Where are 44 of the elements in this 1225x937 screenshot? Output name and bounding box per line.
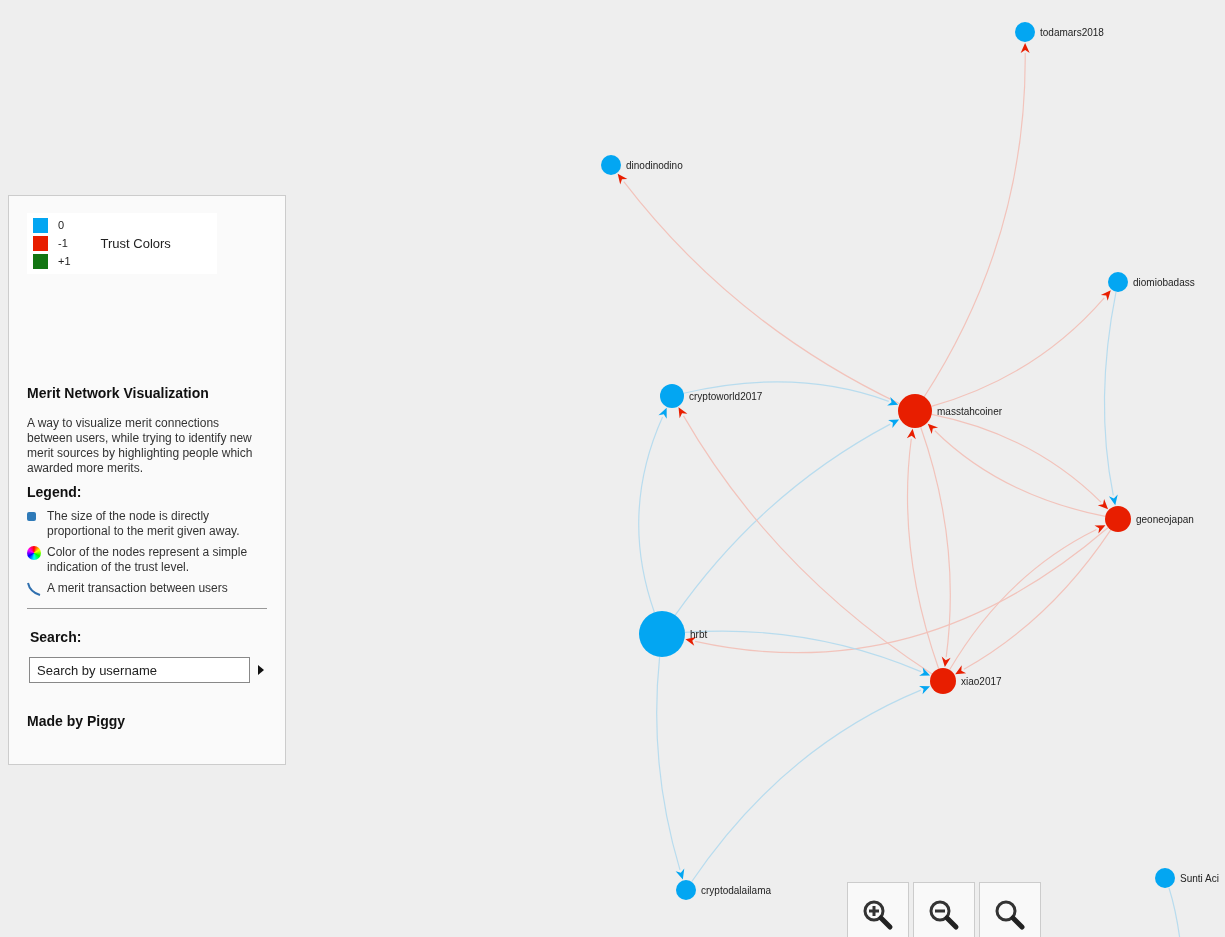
node-label: todamars2018 — [1040, 26, 1104, 38]
swatch-label: 0 — [58, 218, 65, 234]
swatch-label: -1 — [58, 236, 68, 252]
legend-heading: Legend: — [27, 483, 83, 502]
node-label: xiao2017 — [961, 675, 1002, 687]
color-wheel-icon — [27, 546, 41, 560]
node-size-icon — [27, 512, 36, 521]
play-icon[interactable] — [258, 665, 264, 675]
legend-text: Color of the nodes represent a simple indication of the trust level. — [47, 545, 249, 575]
node-label: dinodinodino — [626, 159, 683, 171]
legend-text: A merit transaction between users — [47, 581, 228, 596]
merit-edge — [1168, 887, 1181, 937]
graph-node[interactable] — [639, 611, 685, 657]
node-label: Sunti Aci — [1180, 872, 1219, 884]
zoom-in-button[interactable] — [847, 882, 909, 937]
credit-text: Made by Piggy — [27, 712, 127, 731]
graph-node[interactable] — [1108, 272, 1128, 292]
node-label: cryptoworld2017 — [689, 390, 763, 402]
graph-node[interactable] — [898, 394, 932, 428]
graph-node[interactable] — [930, 668, 956, 694]
zoom-in-icon — [862, 899, 894, 931]
graph-node[interactable] — [601, 155, 621, 175]
description: A way to visualize merit connections between users, while trying to identify new merit sources by highlighting people which awarded more merits. — [27, 416, 254, 476]
search-field[interactable]: Search by username — [29, 657, 250, 683]
swatch-label: +1 — [58, 254, 71, 270]
search-label: Search: — [30, 628, 83, 647]
graph-node[interactable] — [1105, 506, 1131, 532]
zoom-out-icon — [928, 899, 960, 931]
zoom-out-button[interactable] — [913, 882, 975, 937]
search-icon — [994, 899, 1026, 931]
node-label: hrbt — [690, 628, 708, 640]
node-label: geoneojapan — [1136, 513, 1194, 525]
graph-node[interactable] — [1015, 22, 1035, 42]
graph-node[interactable] — [660, 384, 684, 408]
curve-icon — [27, 582, 41, 596]
graph-node[interactable] — [1155, 868, 1175, 888]
legend-title: Trust Colors — [100, 234, 171, 253]
panel-title: Merit Network Visualization — [27, 384, 210, 403]
node-label: masstahcoiner — [937, 405, 1003, 417]
legend-text: The size of the node is directly proportional to the merit given away. — [47, 509, 241, 539]
node-label: cryptodalailama — [701, 884, 772, 896]
zoom-reset-button[interactable] — [979, 882, 1041, 937]
graph-node[interactable] — [676, 880, 696, 900]
node-label: diomiobadass — [1133, 276, 1195, 288]
